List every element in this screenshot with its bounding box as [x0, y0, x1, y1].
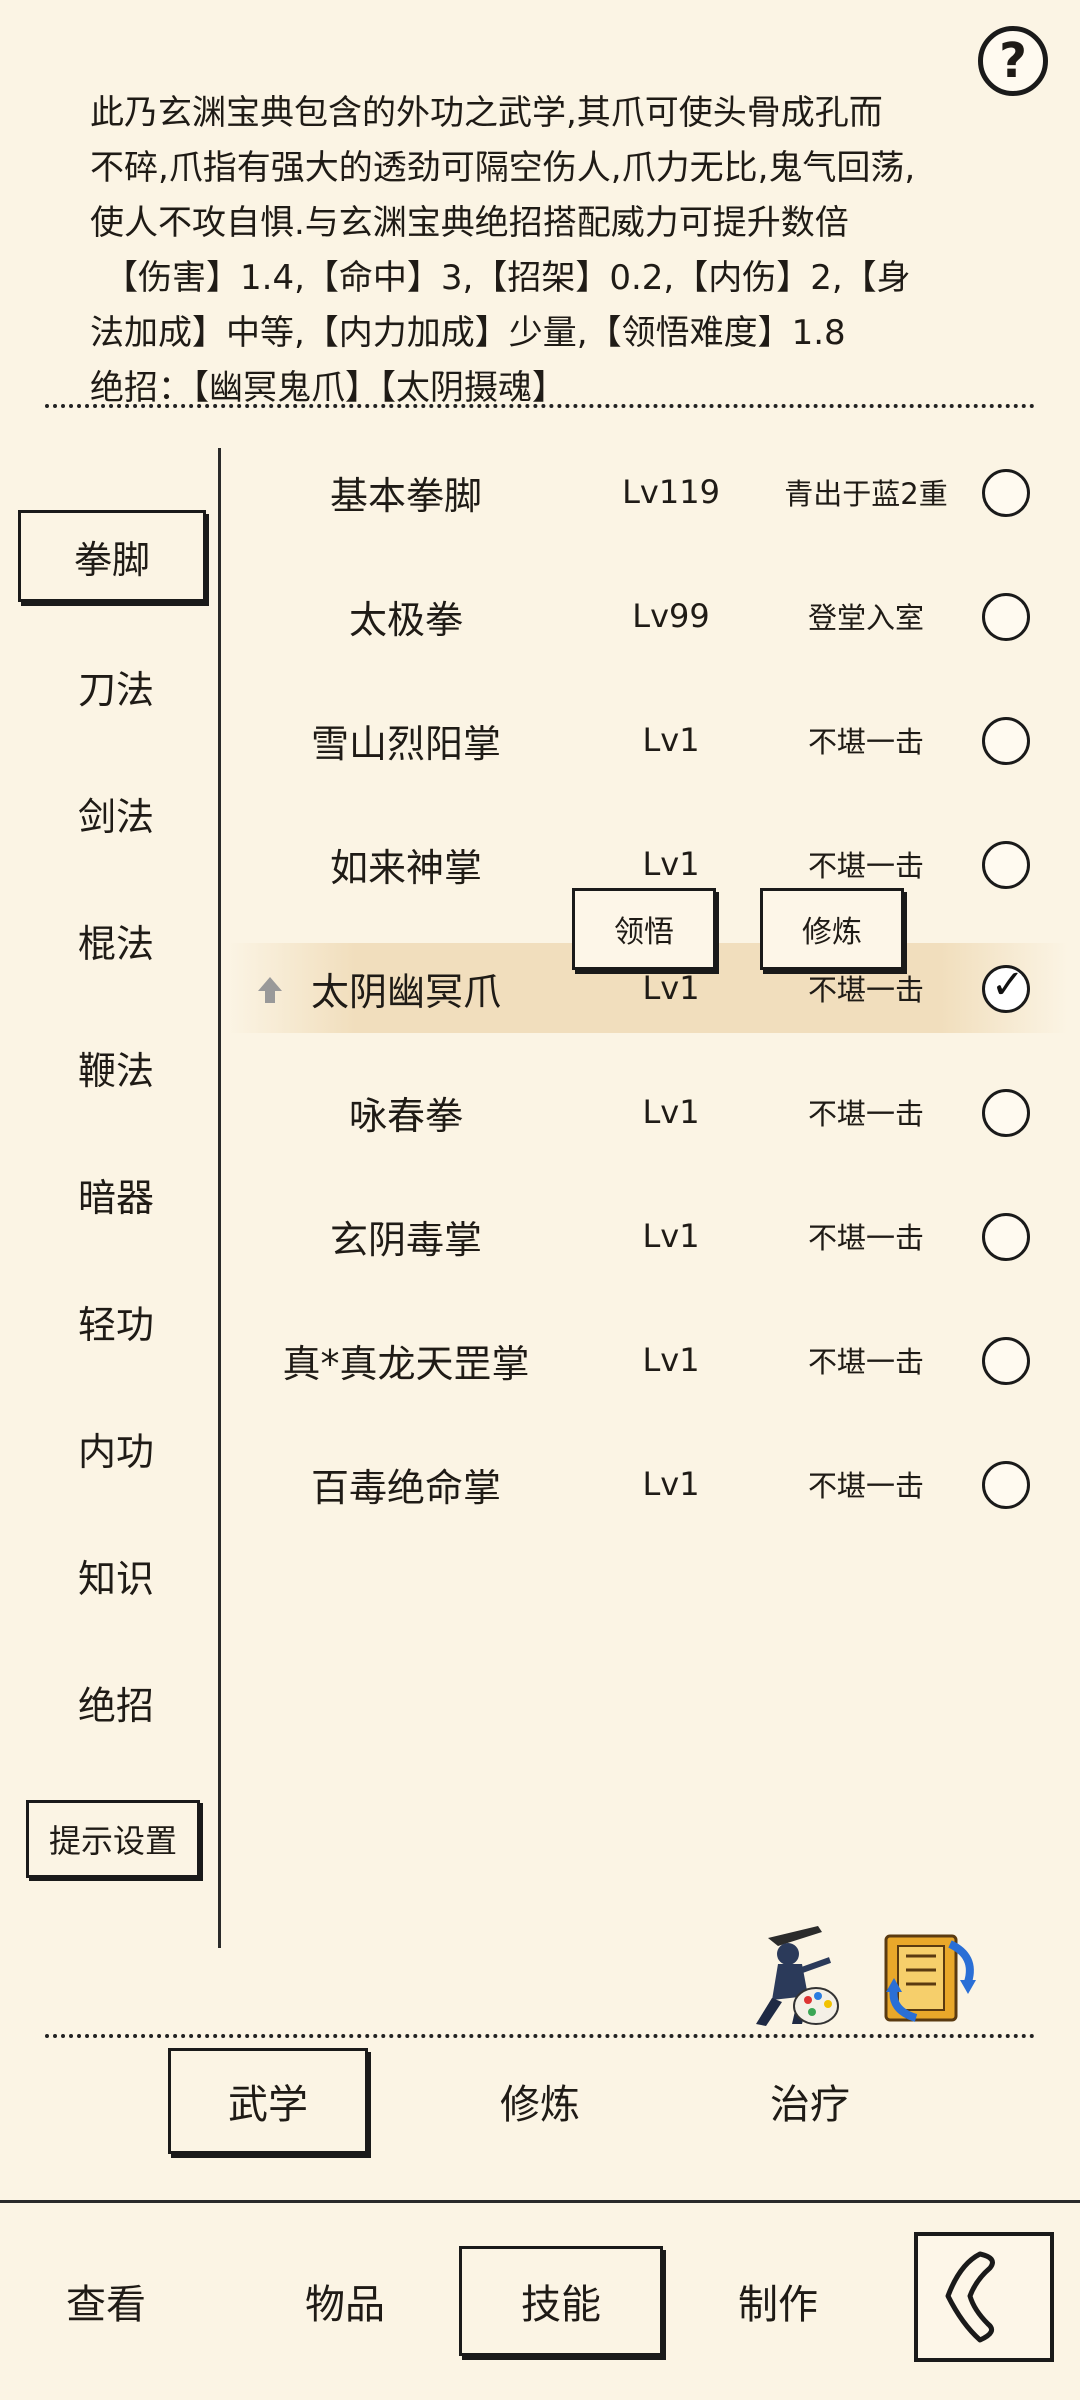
- select-radio[interactable]: [982, 1337, 1030, 1385]
- skill-level: Lv99: [632, 597, 710, 635]
- category-quanjiao[interactable]: 拳脚: [18, 510, 206, 602]
- description-line: 不碎,爪指有强大的透劲可隔空伤人,爪力无比,鬼气回荡,: [90, 148, 916, 188]
- skill-rank: 不堪一击: [807, 1221, 924, 1255]
- skill-level: Lv1: [642, 1465, 700, 1503]
- category-jianfa[interactable]: 剑法: [20, 765, 212, 861]
- category-anqi[interactable]: 暗器: [20, 1146, 212, 1242]
- category-daofa[interactable]: 刀法: [20, 638, 212, 734]
- skill-level: Lv1: [642, 721, 700, 759]
- nav-chakan[interactable]: 查看: [6, 2246, 206, 2356]
- select-radio[interactable]: [982, 593, 1030, 641]
- skill-description: 此乃玄渊宝典包含的外功之武学,其爪可使头骨成孔而 不碎,爪指有强大的透劲可隔空伤…: [90, 86, 1050, 416]
- select-radio[interactable]: [982, 1213, 1030, 1261]
- skill-name: 百毒绝命掌: [310, 1465, 501, 1510]
- skill-name: 玄阴毒掌: [329, 1217, 482, 1262]
- select-radio-checked[interactable]: [982, 962, 1030, 1013]
- select-radio[interactable]: [982, 469, 1030, 517]
- skill-level: Lv1: [642, 1217, 700, 1255]
- skill-rank: 不堪一击: [807, 725, 924, 759]
- skill-name: 太阴幽冥爪: [310, 969, 501, 1014]
- skill-level: Lv1: [642, 1341, 700, 1379]
- select-radio[interactable]: [982, 841, 1030, 889]
- skill-rank: 不堪一击: [807, 1469, 924, 1503]
- skill-level: Lv1: [642, 1093, 700, 1131]
- description-line: 此乃玄渊宝典包含的外功之武学,其爪可使头骨成孔而: [90, 93, 883, 133]
- select-radio[interactable]: [982, 717, 1030, 765]
- swap-books-icon[interactable]: [876, 1926, 984, 2026]
- skill-name: 太极拳: [348, 597, 463, 642]
- description-line: 法加成】中等,【内力加成】少量,【领悟难度】1.8: [90, 313, 846, 353]
- nav-wupin[interactable]: 物品: [245, 2246, 445, 2356]
- back-arrow-icon: [945, 2251, 995, 2343]
- skill-rank: 不堪一击: [807, 1345, 924, 1379]
- category-juezhao[interactable]: 绝招: [20, 1654, 212, 1750]
- tab-xiulian[interactable]: 修炼: [440, 2048, 640, 2154]
- skill-name: 咏春拳: [348, 1093, 463, 1138]
- practice-button[interactable]: 修炼: [760, 888, 904, 970]
- skill-rank: 登堂入室: [807, 601, 924, 635]
- skill-name: 基本拳脚: [329, 473, 482, 518]
- description-line: 【伤害】1.4,【命中】3,【招架】0.2,【内伤】2,【身: [104, 258, 911, 298]
- skill-row[interactable]: 百毒绝命掌 Lv1 不堪一击: [228, 1439, 1068, 1529]
- category-gunfa[interactable]: 棍法: [20, 892, 212, 988]
- skill-row[interactable]: 雪山烈阳掌 Lv1 不堪一击: [228, 695, 1068, 785]
- tab-zhiliao[interactable]: 治疗: [710, 2048, 910, 2154]
- divider-top: [45, 404, 1035, 408]
- category-bianfa[interactable]: 鞭法: [20, 1019, 212, 1115]
- skill-rank: 青出于蓝2重: [784, 477, 948, 511]
- comprehend-button[interactable]: 领悟: [572, 888, 716, 970]
- skill-level: Lv119: [622, 473, 720, 511]
- category-neigong[interactable]: 内功: [20, 1400, 212, 1496]
- back-button[interactable]: [914, 2232, 1054, 2362]
- skill-row[interactable]: 咏春拳 Lv1 不堪一击: [228, 1067, 1068, 1157]
- select-radio[interactable]: [982, 1089, 1030, 1137]
- skill-name: 雪山烈阳掌: [310, 721, 501, 766]
- tip-settings-button[interactable]: 提示设置: [26, 1800, 200, 1878]
- question-icon: ?: [999, 33, 1027, 89]
- skill-row[interactable]: 基本拳脚 Lv119 青出于蓝2重: [228, 447, 1068, 537]
- divider-bottom: [45, 2034, 1035, 2038]
- nav-separator: [0, 2200, 1080, 2203]
- skill-row[interactable]: 真*真龙天罡掌 Lv1 不堪一击: [228, 1315, 1068, 1405]
- nav-jineng[interactable]: 技能: [459, 2246, 663, 2356]
- category-qinggong[interactable]: 轻功: [20, 1273, 212, 1369]
- tab-wuxue[interactable]: 武学: [168, 2048, 368, 2154]
- category-zhishi[interactable]: 知识: [20, 1527, 212, 1623]
- skill-row[interactable]: 太极拳 Lv99 登堂入室: [228, 571, 1068, 661]
- description-line: 使人不攻自惧.与玄渊宝典绝招搭配威力可提升数倍: [90, 203, 849, 243]
- skill-row[interactable]: 玄阴毒掌 Lv1 不堪一击: [228, 1191, 1068, 1281]
- skill-rank: 不堪一击: [807, 1097, 924, 1131]
- nav-zhizuo[interactable]: 制作: [678, 2246, 878, 2356]
- ninja-palette-icon[interactable]: [738, 1920, 846, 2030]
- skill-name: 如来神掌: [329, 845, 482, 890]
- skill-name: 真*真龙天罡掌: [282, 1341, 530, 1386]
- select-radio[interactable]: [982, 1461, 1030, 1509]
- column-divider: [218, 448, 221, 1948]
